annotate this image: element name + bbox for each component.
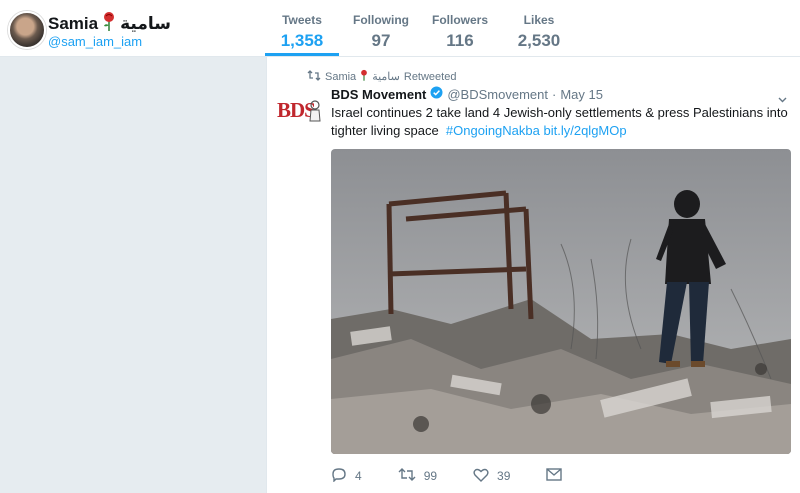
tweet-photo[interactable] — [331, 149, 791, 454]
stat-likes[interactable]: Likes 2,530 — [502, 0, 576, 56]
profile-name-row: Samia سامية — [48, 11, 171, 36]
meta-separator: · — [551, 86, 557, 102]
stat-label: Following — [353, 13, 409, 27]
tweet-text: Israel continues 2 take land 4 Jewish-on… — [331, 104, 791, 140]
stat-followers[interactable]: Followers 116 — [423, 0, 497, 56]
retweet-count: 99 — [423, 469, 438, 483]
retweet-icon — [398, 468, 416, 484]
reply-button[interactable]: 4 — [331, 467, 362, 485]
profile-header: Samia سامية @sam_iam_iam Tweets 1,358 Fo… — [0, 0, 800, 57]
url-link[interactable]: bit.ly/2qlgMOp — [544, 123, 627, 138]
heart-icon — [473, 468, 489, 485]
rose-icon — [360, 69, 368, 84]
message-button[interactable] — [546, 468, 563, 484]
stat-value: 1,358 — [280, 31, 324, 50]
retweet-icon — [307, 69, 321, 84]
tweet-card[interactable]: Samia سامية Retweeted BDS BDS Movement @… — [266, 57, 800, 493]
retweet-by-arabic[interactable]: سامية — [372, 70, 400, 83]
stat-following[interactable]: Following 97 — [344, 0, 418, 56]
stat-label: Tweets — [282, 13, 322, 27]
verified-icon — [430, 86, 443, 102]
retweet-context: Samia سامية Retweeted — [307, 69, 456, 84]
envelope-icon — [546, 468, 563, 484]
logo-text: BDS — [277, 98, 315, 122]
stat-label: Followers — [431, 13, 488, 27]
profile-stats: Tweets 1,358 Following 97 Followers 116 … — [265, 0, 581, 56]
chevron-down-icon[interactable] — [778, 91, 787, 103]
stat-value: 116 — [446, 31, 474, 50]
profile-name: Samia — [48, 13, 99, 33]
rose-icon — [102, 11, 116, 36]
stat-value: 2,530 — [517, 31, 561, 50]
avatar[interactable] — [8, 11, 46, 49]
tweet-date[interactable]: May 15 — [560, 87, 603, 102]
left-column — [0, 57, 266, 493]
retweet-by-name[interactable]: Samia — [325, 71, 356, 83]
stat-label: Likes — [523, 13, 555, 27]
profile-handle[interactable]: @sam_iam_iam — [48, 34, 142, 49]
stat-tweets[interactable]: Tweets 1,358 — [265, 0, 339, 56]
author-handle[interactable]: @BDSmovement — [447, 87, 548, 102]
reply-icon — [331, 467, 347, 485]
tweet-actions: 4 99 39 — [331, 467, 598, 485]
retweet-button[interactable]: 99 — [398, 468, 437, 484]
bds-logo[interactable]: BDS — [277, 95, 323, 123]
tweet-author: BDS Movement @BDSmovement · May 15 — [331, 86, 603, 102]
profile-name-arabic: سامية — [120, 13, 171, 34]
retweet-label: Retweeted — [403, 70, 457, 83]
reply-count: 4 — [355, 469, 362, 483]
author-name[interactable]: BDS Movement — [331, 87, 426, 102]
hashtag-link[interactable]: #OngoingNakba — [446, 123, 540, 138]
stat-value: 97 — [371, 31, 391, 50]
like-button[interactable]: 39 — [473, 468, 510, 485]
like-count: 39 — [497, 469, 511, 483]
